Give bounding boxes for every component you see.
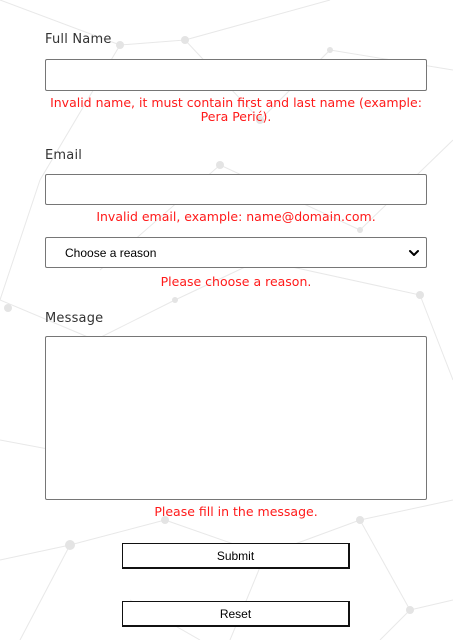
reason-select[interactable]: Choose a reason (45, 237, 427, 268)
contact-form: Full Name Invalid name, it must contain … (0, 0, 453, 640)
email-label: Email (45, 148, 83, 163)
message-textarea[interactable] (45, 336, 427, 500)
submit-button[interactable]: Submit (122, 543, 350, 569)
email-error: Invalid email, example: name@domain.com. (96, 209, 376, 224)
chevron-down-icon (409, 250, 419, 256)
reason-select-value: Choose a reason (65, 246, 157, 260)
full-name-error: Invalid name, it must contain first and … (50, 95, 422, 124)
full-name-input[interactable] (45, 59, 427, 91)
reset-button[interactable]: Reset (122, 601, 350, 627)
message-label: Message (45, 311, 104, 326)
full-name-label: Full Name (45, 32, 112, 47)
reason-error: Please choose a reason. (160, 274, 312, 289)
message-error: Please fill in the message. (154, 504, 318, 519)
email-input[interactable] (45, 174, 427, 205)
